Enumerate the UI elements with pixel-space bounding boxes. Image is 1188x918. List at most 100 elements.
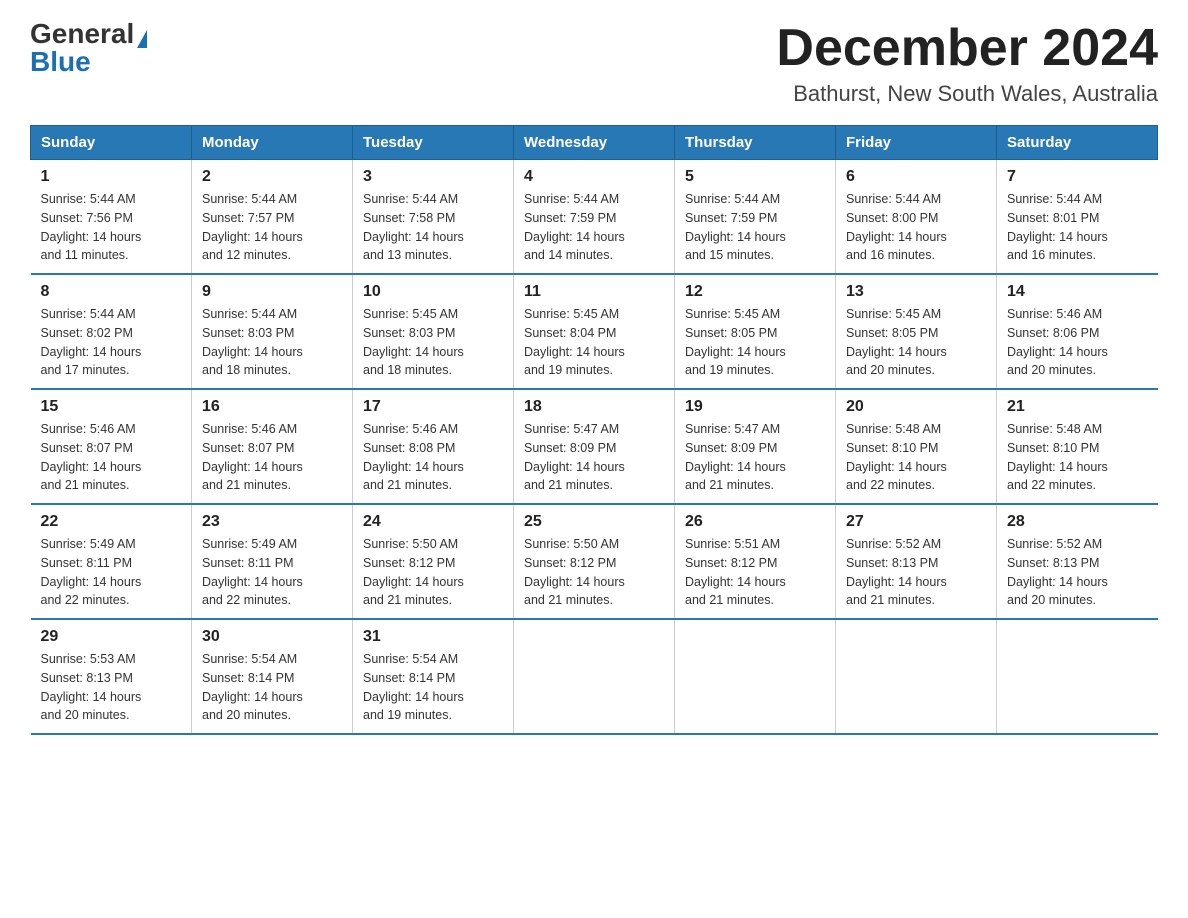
logo: General Blue: [30, 20, 147, 76]
header-tuesday: Tuesday: [353, 126, 514, 160]
day-info: Sunrise: 5:44 AMSunset: 8:03 PMDaylight:…: [202, 305, 342, 380]
day-number: 5: [685, 168, 825, 186]
day-info: Sunrise: 5:44 AMSunset: 8:02 PMDaylight:…: [41, 305, 182, 380]
day-info: Sunrise: 5:45 AMSunset: 8:04 PMDaylight:…: [524, 305, 664, 380]
calendar-cell: 11 Sunrise: 5:45 AMSunset: 8:04 PMDayligh…: [514, 274, 675, 389]
calendar-cell: 3 Sunrise: 5:44 AMSunset: 7:58 PMDaylight…: [353, 160, 514, 275]
calendar-table: SundayMondayTuesdayWednesdayThursdayFrid…: [30, 125, 1158, 735]
day-number: 3: [363, 168, 503, 186]
logo-blue-row: Blue: [30, 48, 91, 76]
calendar-cell: 29 Sunrise: 5:53 AMSunset: 8:13 PMDayligh…: [31, 619, 192, 734]
title-block: December 2024 Bathurst, New South Wales,…: [776, 20, 1158, 107]
header-saturday: Saturday: [997, 126, 1158, 160]
day-number: 28: [1007, 513, 1148, 531]
calendar-cell: 4 Sunrise: 5:44 AMSunset: 7:59 PMDaylight…: [514, 160, 675, 275]
day-number: 29: [41, 628, 182, 646]
calendar-cell: [836, 619, 997, 734]
header-monday: Monday: [192, 126, 353, 160]
day-info: Sunrise: 5:48 AMSunset: 8:10 PMDaylight:…: [846, 420, 986, 495]
day-info: Sunrise: 5:44 AMSunset: 8:01 PMDaylight:…: [1007, 190, 1148, 265]
day-number: 12: [685, 283, 825, 301]
calendar-cell: 13 Sunrise: 5:45 AMSunset: 8:05 PMDayligh…: [836, 274, 997, 389]
day-info: Sunrise: 5:44 AMSunset: 7:56 PMDaylight:…: [41, 190, 182, 265]
calendar-cell: 1 Sunrise: 5:44 AMSunset: 7:56 PMDaylight…: [31, 160, 192, 275]
calendar-cell: 27 Sunrise: 5:52 AMSunset: 8:13 PMDayligh…: [836, 504, 997, 619]
header-sunday: Sunday: [31, 126, 192, 160]
calendar-cell: 24 Sunrise: 5:50 AMSunset: 8:12 PMDayligh…: [353, 504, 514, 619]
day-number: 16: [202, 398, 342, 416]
day-info: Sunrise: 5:48 AMSunset: 8:10 PMDaylight:…: [1007, 420, 1148, 495]
day-number: 26: [685, 513, 825, 531]
day-number: 31: [363, 628, 503, 646]
calendar-cell: 20 Sunrise: 5:48 AMSunset: 8:10 PMDayligh…: [836, 389, 997, 504]
calendar-title: December 2024: [776, 20, 1158, 77]
day-info: Sunrise: 5:49 AMSunset: 8:11 PMDaylight:…: [202, 535, 342, 610]
calendar-cell: 12 Sunrise: 5:45 AMSunset: 8:05 PMDayligh…: [675, 274, 836, 389]
day-number: 20: [846, 398, 986, 416]
header-friday: Friday: [836, 126, 997, 160]
calendar-cell: 28 Sunrise: 5:52 AMSunset: 8:13 PMDayligh…: [997, 504, 1158, 619]
calendar-cell: 19 Sunrise: 5:47 AMSunset: 8:09 PMDayligh…: [675, 389, 836, 504]
day-number: 4: [524, 168, 664, 186]
day-number: 17: [363, 398, 503, 416]
day-info: Sunrise: 5:50 AMSunset: 8:12 PMDaylight:…: [363, 535, 503, 610]
day-number: 7: [1007, 168, 1148, 186]
page-header: General Blue December 2024 Bathurst, New…: [30, 20, 1158, 107]
day-number: 25: [524, 513, 664, 531]
calendar-cell: 18 Sunrise: 5:47 AMSunset: 8:09 PMDayligh…: [514, 389, 675, 504]
day-number: 24: [363, 513, 503, 531]
calendar-subtitle: Bathurst, New South Wales, Australia: [776, 81, 1158, 107]
day-info: Sunrise: 5:52 AMSunset: 8:13 PMDaylight:…: [1007, 535, 1148, 610]
day-number: 10: [363, 283, 503, 301]
day-info: Sunrise: 5:45 AMSunset: 8:05 PMDaylight:…: [685, 305, 825, 380]
calendar-cell: [997, 619, 1158, 734]
day-number: 13: [846, 283, 986, 301]
day-number: 18: [524, 398, 664, 416]
calendar-cell: 26 Sunrise: 5:51 AMSunset: 8:12 PMDayligh…: [675, 504, 836, 619]
day-number: 23: [202, 513, 342, 531]
day-info: Sunrise: 5:51 AMSunset: 8:12 PMDaylight:…: [685, 535, 825, 610]
day-number: 22: [41, 513, 182, 531]
day-info: Sunrise: 5:44 AMSunset: 8:00 PMDaylight:…: [846, 190, 986, 265]
day-info: Sunrise: 5:54 AMSunset: 8:14 PMDaylight:…: [363, 650, 503, 725]
header-thursday: Thursday: [675, 126, 836, 160]
day-info: Sunrise: 5:54 AMSunset: 8:14 PMDaylight:…: [202, 650, 342, 725]
calendar-cell: 31 Sunrise: 5:54 AMSunset: 8:14 PMDayligh…: [353, 619, 514, 734]
calendar-cell: 22Sunrise: 5:49 AMSunset: 8:11 PMDayligh…: [31, 504, 192, 619]
calendar-header-row: SundayMondayTuesdayWednesdayThursdayFrid…: [31, 126, 1158, 160]
day-number: 21: [1007, 398, 1148, 416]
calendar-cell: 5Sunrise: 5:44 AMSunset: 7:59 PMDaylight…: [675, 160, 836, 275]
day-info: Sunrise: 5:46 AMSunset: 8:06 PMDaylight:…: [1007, 305, 1148, 380]
day-info: Sunrise: 5:46 AMSunset: 8:07 PMDaylight:…: [41, 420, 182, 495]
day-number: 19: [685, 398, 825, 416]
day-info: Sunrise: 5:53 AMSunset: 8:13 PMDaylight:…: [41, 650, 182, 725]
calendar-cell: 6Sunrise: 5:44 AMSunset: 8:00 PMDaylight…: [836, 160, 997, 275]
day-number: 8: [41, 283, 182, 301]
day-info: Sunrise: 5:46 AMSunset: 8:07 PMDaylight:…: [202, 420, 342, 495]
day-info: Sunrise: 5:47 AMSunset: 8:09 PMDaylight:…: [685, 420, 825, 495]
logo-blue-text: Blue: [30, 46, 91, 77]
calendar-cell: 21 Sunrise: 5:48 AMSunset: 8:10 PMDayligh…: [997, 389, 1158, 504]
day-number: 1: [41, 168, 182, 186]
day-number: 9: [202, 283, 342, 301]
day-info: Sunrise: 5:52 AMSunset: 8:13 PMDaylight:…: [846, 535, 986, 610]
calendar-cell: 7 Sunrise: 5:44 AMSunset: 8:01 PMDaylight…: [997, 160, 1158, 275]
day-number: 27: [846, 513, 986, 531]
logo-general-row: General: [30, 20, 147, 48]
calendar-week-3: 15 Sunrise: 5:46 AMSunset: 8:07 PMDayligh…: [31, 389, 1158, 504]
calendar-week-5: 29 Sunrise: 5:53 AMSunset: 8:13 PMDayligh…: [31, 619, 1158, 734]
day-info: Sunrise: 5:47 AMSunset: 8:09 PMDaylight:…: [524, 420, 664, 495]
header-wednesday: Wednesday: [514, 126, 675, 160]
day-info: Sunrise: 5:44 AMSunset: 7:57 PMDaylight:…: [202, 190, 342, 265]
calendar-cell: [675, 619, 836, 734]
calendar-cell: 23 Sunrise: 5:49 AMSunset: 8:11 PMDayligh…: [192, 504, 353, 619]
day-info: Sunrise: 5:44 AMSunset: 7:58 PMDaylight:…: [363, 190, 503, 265]
calendar-cell: 10Sunrise: 5:45 AMSunset: 8:03 PMDayligh…: [353, 274, 514, 389]
calendar-cell: [514, 619, 675, 734]
day-number: 15: [41, 398, 182, 416]
day-number: 11: [524, 283, 664, 301]
logo-general-text: General: [30, 18, 134, 49]
day-number: 2: [202, 168, 342, 186]
day-info: Sunrise: 5:45 AMSunset: 8:05 PMDaylight:…: [846, 305, 986, 380]
day-info: Sunrise: 5:44 AMSunset: 7:59 PMDaylight:…: [524, 190, 664, 265]
